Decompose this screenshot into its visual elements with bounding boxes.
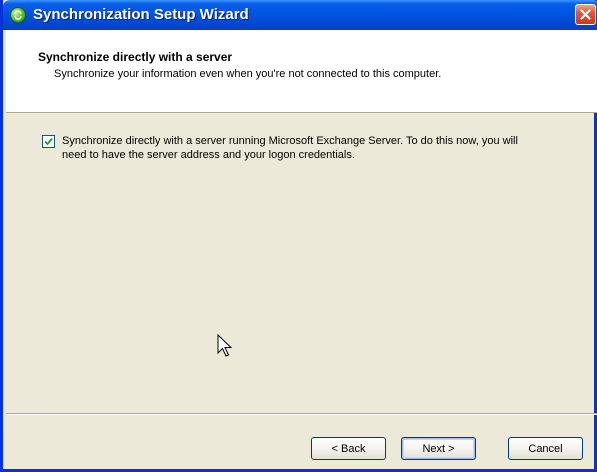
back-button[interactable]: < Back [311, 437, 386, 460]
close-button[interactable] [575, 4, 596, 25]
sync-wizard-icon [10, 7, 26, 23]
page-title: Synchronize directly with a server [38, 50, 233, 64]
title-bar[interactable]: Synchronization Setup Wizard [3, 0, 597, 30]
mouse-pointer-icon [217, 334, 233, 357]
close-icon [580, 9, 591, 20]
sync-server-label[interactable]: Synchronize directly with a server runni… [62, 134, 542, 162]
cancel-button[interactable]: Cancel [508, 437, 583, 460]
footer-divider [6, 413, 597, 415]
page-subtitle: Synchronize your information even when y… [54, 68, 442, 80]
wizard-window: Synchronization Setup Wizard Synchronize… [0, 0, 597, 472]
sync-server-checkbox[interactable] [42, 135, 55, 148]
wizard-header: Synchronize directly with a server Synch… [6, 30, 597, 113]
next-button[interactable]: Next > [401, 437, 476, 460]
wizard-content: Synchronize directly with a server runni… [6, 113, 597, 413]
window-title: Synchronization Setup Wizard [33, 6, 249, 23]
checkmark-icon [44, 137, 53, 146]
